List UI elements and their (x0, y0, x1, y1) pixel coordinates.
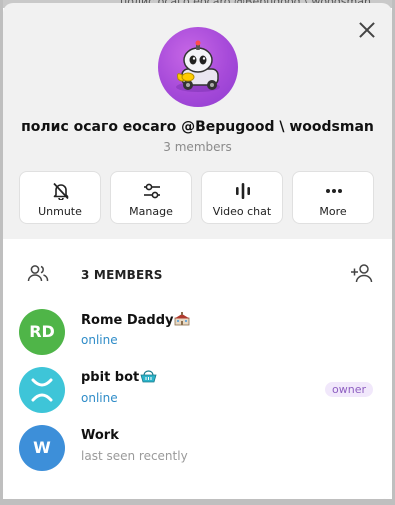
unmute-label: Unmute (38, 205, 82, 218)
manage-label: Manage (129, 205, 173, 218)
dots-icon (326, 189, 342, 193)
add-user-icon[interactable] (350, 263, 374, 283)
member-status: online (81, 391, 118, 405)
video-chat-label: Video chat (212, 205, 272, 218)
action-bar: Unmute Manage Video chat More (19, 171, 376, 224)
basket-icon (140, 370, 157, 383)
member-status: last seen recently (81, 449, 188, 463)
member-name: Work (81, 428, 119, 443)
members-header: 3 MEMBERS (3, 239, 392, 309)
member-name: Rome Daddy (81, 312, 190, 328)
members-count-label: 3 MEMBERS (81, 268, 163, 282)
avatar: W (19, 425, 65, 471)
video-chat-button[interactable]: Video chat (201, 171, 283, 224)
member-row[interactable]: RD Rome Daddy online (3, 302, 392, 358)
member-row[interactable]: W Work last seen recently (3, 418, 392, 474)
member-count: 3 members (163, 140, 232, 154)
background-edge-bottom (0, 499, 395, 505)
member-status: online (81, 333, 118, 347)
member-row[interactable]: pbit bot online owner (3, 360, 392, 416)
group-info-dialog: полис осаго eocaro @Bepugood \ woodsman … (3, 3, 392, 499)
cartoon-robot-car-icon (176, 40, 220, 92)
group-title: полис осаго eocaro @Bepugood \ woodsman (21, 119, 374, 135)
group-avatar[interactable] (158, 27, 238, 107)
bell-off-icon (53, 182, 69, 200)
member-name: pbit bot (81, 370, 157, 385)
members-section: 3 MEMBERS RD Rome Daddy online pbit bot … (3, 239, 392, 499)
more-button[interactable]: More (292, 171, 374, 224)
sliders-icon (144, 183, 160, 199)
unmute-button[interactable]: Unmute (19, 171, 101, 224)
avatar: RD (19, 309, 65, 355)
avatar (19, 367, 65, 413)
x-logo-icon (31, 378, 53, 402)
owner-badge: owner (325, 382, 373, 397)
school-building-icon (174, 312, 190, 326)
close-button[interactable] (358, 21, 376, 39)
audio-bars-icon (236, 183, 250, 199)
manage-button[interactable]: Manage (110, 171, 192, 224)
people-icon (27, 265, 49, 282)
more-label: More (319, 205, 347, 218)
